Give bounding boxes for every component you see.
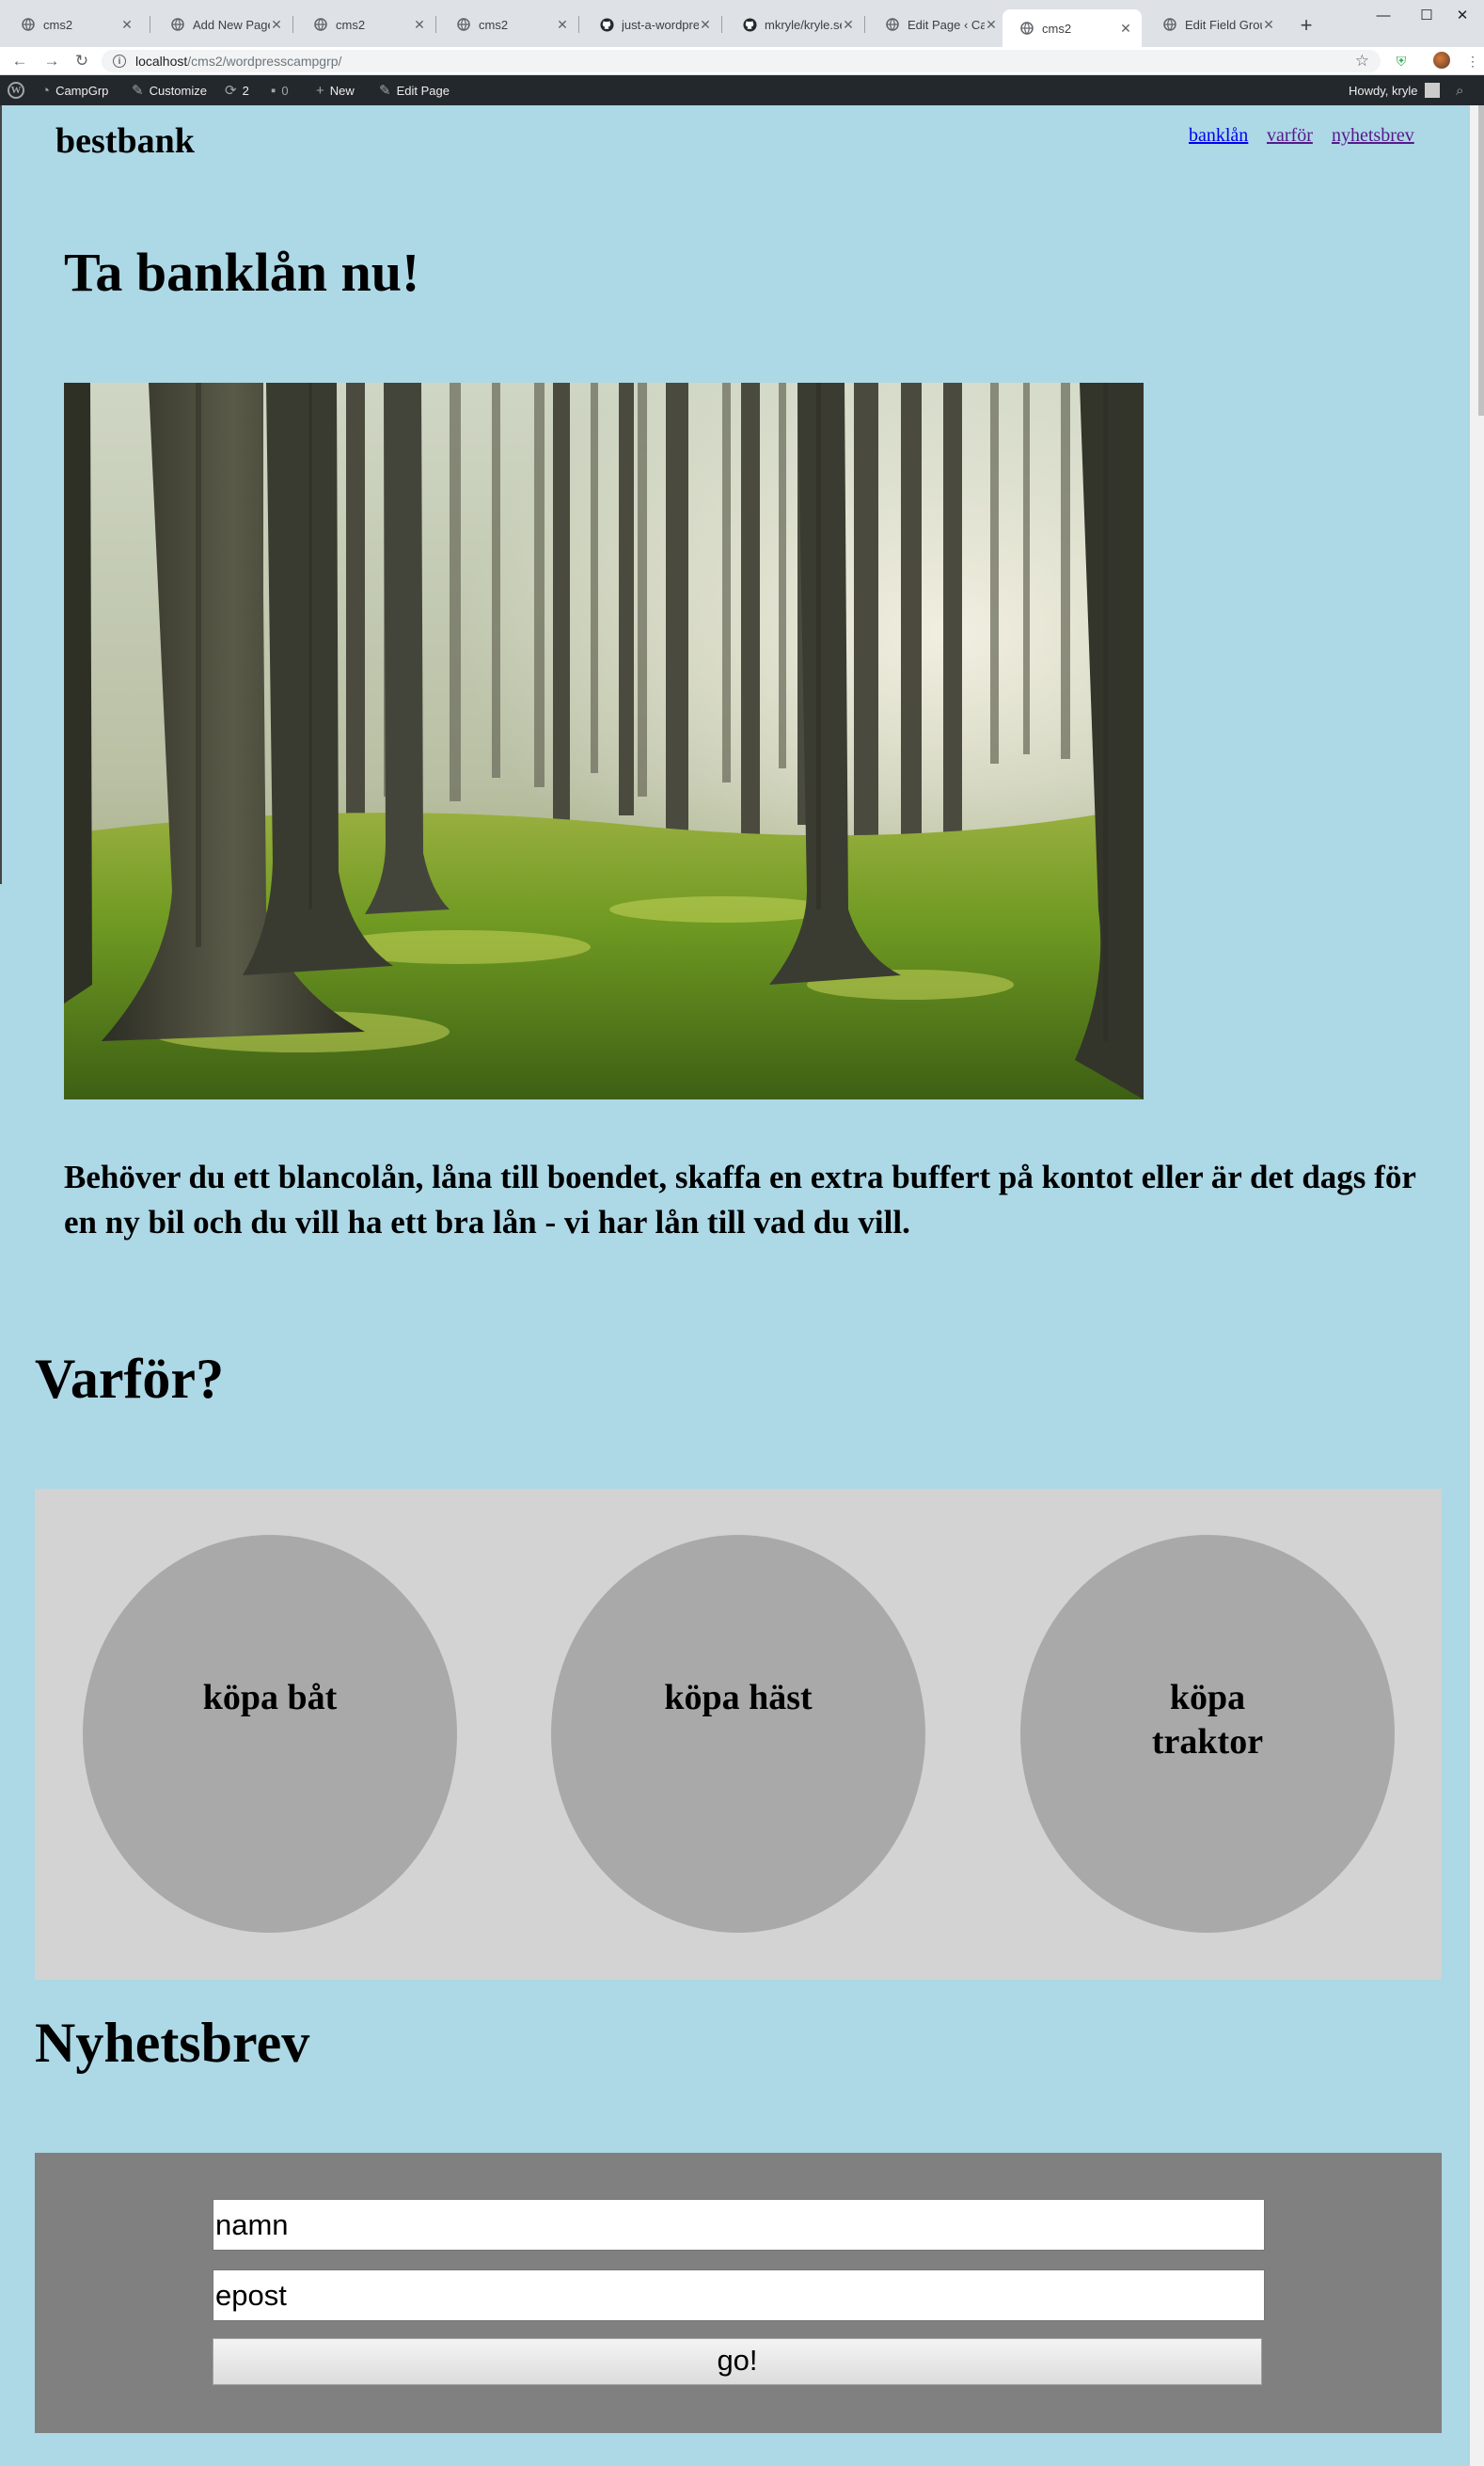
browser-tab-active[interactable]: cms2 ✕ bbox=[1002, 9, 1142, 47]
updates-count: 2 bbox=[242, 83, 249, 98]
globe-icon bbox=[456, 17, 471, 32]
globe-icon bbox=[885, 17, 900, 32]
browser-tab[interactable]: mkryle/kryle.se ✕ bbox=[725, 9, 864, 40]
info-icon[interactable]: i bbox=[113, 55, 126, 68]
nav-link-nyhetsbrev[interactable]: nyhetsbrev bbox=[1332, 125, 1414, 147]
browser-tab[interactable]: cms2 ✕ bbox=[4, 9, 143, 40]
newsletter-form: go! bbox=[35, 2153, 1442, 2433]
github-icon bbox=[742, 17, 757, 32]
name-input[interactable] bbox=[213, 2199, 1265, 2251]
reason-circle: köpa båt bbox=[83, 1535, 457, 1933]
browser-tab[interactable]: Add New Page ✕ bbox=[153, 9, 292, 40]
reason-circle: köpa traktor bbox=[1020, 1535, 1395, 1933]
site-title[interactable]: bestbank bbox=[55, 120, 195, 162]
dashboard-icon: ◔ bbox=[41, 82, 51, 99]
globe-icon bbox=[170, 17, 185, 32]
comments-count: 0 bbox=[281, 83, 289, 98]
menu-kebab-icon[interactable]: ⋮ bbox=[1463, 52, 1482, 71]
tab-close-icon[interactable]: ✕ bbox=[699, 17, 712, 33]
howdy-label: Howdy, kryle bbox=[1349, 83, 1418, 98]
account-menu[interactable]: Howdy, kryle bbox=[1349, 75, 1441, 105]
tab-close-icon[interactable]: ✕ bbox=[1262, 17, 1275, 33]
bookmark-star-icon[interactable]: ☆ bbox=[1355, 52, 1369, 71]
search-icon[interactable]: ⌕ bbox=[1456, 75, 1469, 105]
tab-close-icon[interactable]: ✕ bbox=[556, 17, 569, 33]
browser-tab[interactable]: just-a-wordpres ✕ bbox=[582, 9, 721, 40]
hero-title: Ta banklån nu! bbox=[64, 242, 420, 303]
tab-close-icon[interactable]: ✕ bbox=[413, 17, 426, 33]
plus-icon: + bbox=[316, 82, 324, 99]
new-tab-button[interactable]: + bbox=[1294, 13, 1318, 38]
url-host: localhost bbox=[135, 54, 188, 69]
reasons-title: Varför? bbox=[35, 1348, 225, 1410]
forest-image bbox=[64, 383, 1144, 1099]
forward-icon[interactable]: → bbox=[41, 51, 62, 71]
tab-title: cms2 bbox=[479, 17, 509, 32]
tab-title: Add New Page bbox=[193, 17, 270, 32]
browser-toolbar: ← → ↻ i localhost/cms2/wordpresscampgrp/… bbox=[0, 47, 1484, 75]
globe-icon bbox=[1162, 17, 1177, 32]
updates-link[interactable]: ⟳ 2 bbox=[225, 75, 249, 105]
reason-circle: köpa häst bbox=[551, 1535, 925, 1933]
tab-close-icon[interactable]: ✕ bbox=[120, 17, 134, 33]
tab-title: Edit Field Group bbox=[1185, 17, 1262, 32]
reason-label: köpa traktor bbox=[1151, 1678, 1264, 1762]
comment-icon: ▪ bbox=[271, 82, 276, 99]
tab-title: mkryle/kryle.se bbox=[765, 17, 842, 32]
wordpress-logo-icon[interactable]: W bbox=[8, 75, 24, 105]
comments-link[interactable]: ▪ 0 bbox=[271, 75, 289, 105]
reasons-section: köpa båt köpa häst köpa traktor bbox=[35, 1489, 1442, 1980]
globe-icon bbox=[1019, 21, 1034, 36]
new-label: New bbox=[329, 83, 355, 98]
globe-icon bbox=[313, 17, 328, 32]
page-edge-line bbox=[0, 105, 2, 884]
customize-label: Customize bbox=[149, 83, 207, 98]
address-bar[interactable]: i localhost/cms2/wordpresscampgrp/ ☆ bbox=[102, 50, 1381, 72]
tab-title: cms2 bbox=[336, 17, 366, 32]
globe-icon bbox=[21, 17, 36, 32]
tab-title: Edit Page ‹ Cam bbox=[908, 17, 985, 32]
newsletter-title: Nyhetsbrev bbox=[35, 2012, 310, 2074]
site-name-link[interactable]: ◔ CampGrp bbox=[41, 75, 108, 105]
edit-page-label: Edit Page bbox=[396, 83, 450, 98]
pencil-icon: ✎ bbox=[379, 83, 391, 99]
browser-tab[interactable]: Edit Page ‹ Cam ✕ bbox=[868, 9, 1007, 40]
tab-close-icon[interactable]: ✕ bbox=[1119, 21, 1132, 37]
close-window-icon[interactable]: ✕ bbox=[1441, 6, 1484, 28]
new-content-link[interactable]: + New bbox=[316, 75, 355, 105]
tab-title: cms2 bbox=[1042, 21, 1072, 36]
brush-icon: ✎ bbox=[132, 83, 144, 99]
avatar bbox=[1425, 83, 1441, 98]
back-icon[interactable]: ← bbox=[9, 51, 30, 71]
scrollbar-thumb[interactable] bbox=[1478, 105, 1484, 416]
browser-tab[interactable]: cms2 ✕ bbox=[296, 9, 435, 40]
github-icon bbox=[599, 17, 614, 32]
tab-title: just-a-wordpres bbox=[622, 17, 699, 32]
minimize-icon[interactable]: — bbox=[1362, 6, 1405, 28]
nav-link-varfor[interactable]: varför bbox=[1267, 125, 1313, 147]
nav-link-banklan[interactable]: banklån bbox=[1189, 125, 1248, 147]
hero-text: Behöver du ett blancolån, låna till boen… bbox=[64, 1159, 1416, 1241]
reload-icon[interactable]: ↻ bbox=[71, 51, 92, 71]
reason-label: köpa häst bbox=[664, 1678, 813, 1717]
tab-close-icon[interactable]: ✕ bbox=[842, 17, 855, 33]
tab-close-icon[interactable]: ✕ bbox=[985, 17, 998, 33]
tab-title: cms2 bbox=[43, 17, 73, 32]
email-input[interactable] bbox=[213, 2269, 1265, 2321]
profile-avatar-icon[interactable] bbox=[1432, 52, 1451, 71]
reason-label: köpa båt bbox=[202, 1678, 338, 1717]
browser-tab[interactable]: Edit Field Group ✕ bbox=[1145, 9, 1285, 40]
browser-tab-strip: cms2 ✕ Add New Page ✕ cms2 ✕ cms2 ✕ just… bbox=[0, 0, 1484, 47]
site-name-label: CampGrp bbox=[55, 83, 109, 98]
updates-icon: ⟳ bbox=[225, 83, 237, 99]
edit-page-link[interactable]: ✎ Edit Page bbox=[379, 75, 450, 105]
shield-extension-icon[interactable]: ⛨ bbox=[1392, 52, 1411, 71]
scrollbar-track[interactable] bbox=[1470, 105, 1484, 2466]
tab-close-icon[interactable]: ✕ bbox=[270, 17, 283, 33]
submit-button[interactable]: go! bbox=[213, 2338, 1262, 2385]
url-path: /cms2/wordpresscampgrp/ bbox=[187, 54, 342, 69]
customize-link[interactable]: ✎ Customize bbox=[132, 75, 207, 105]
browser-tab[interactable]: cms2 ✕ bbox=[439, 9, 578, 40]
wp-admin-bar: W ◔ CampGrp ✎ Customize ⟳ 2 ▪ 0 + New ✎ … bbox=[0, 75, 1484, 105]
